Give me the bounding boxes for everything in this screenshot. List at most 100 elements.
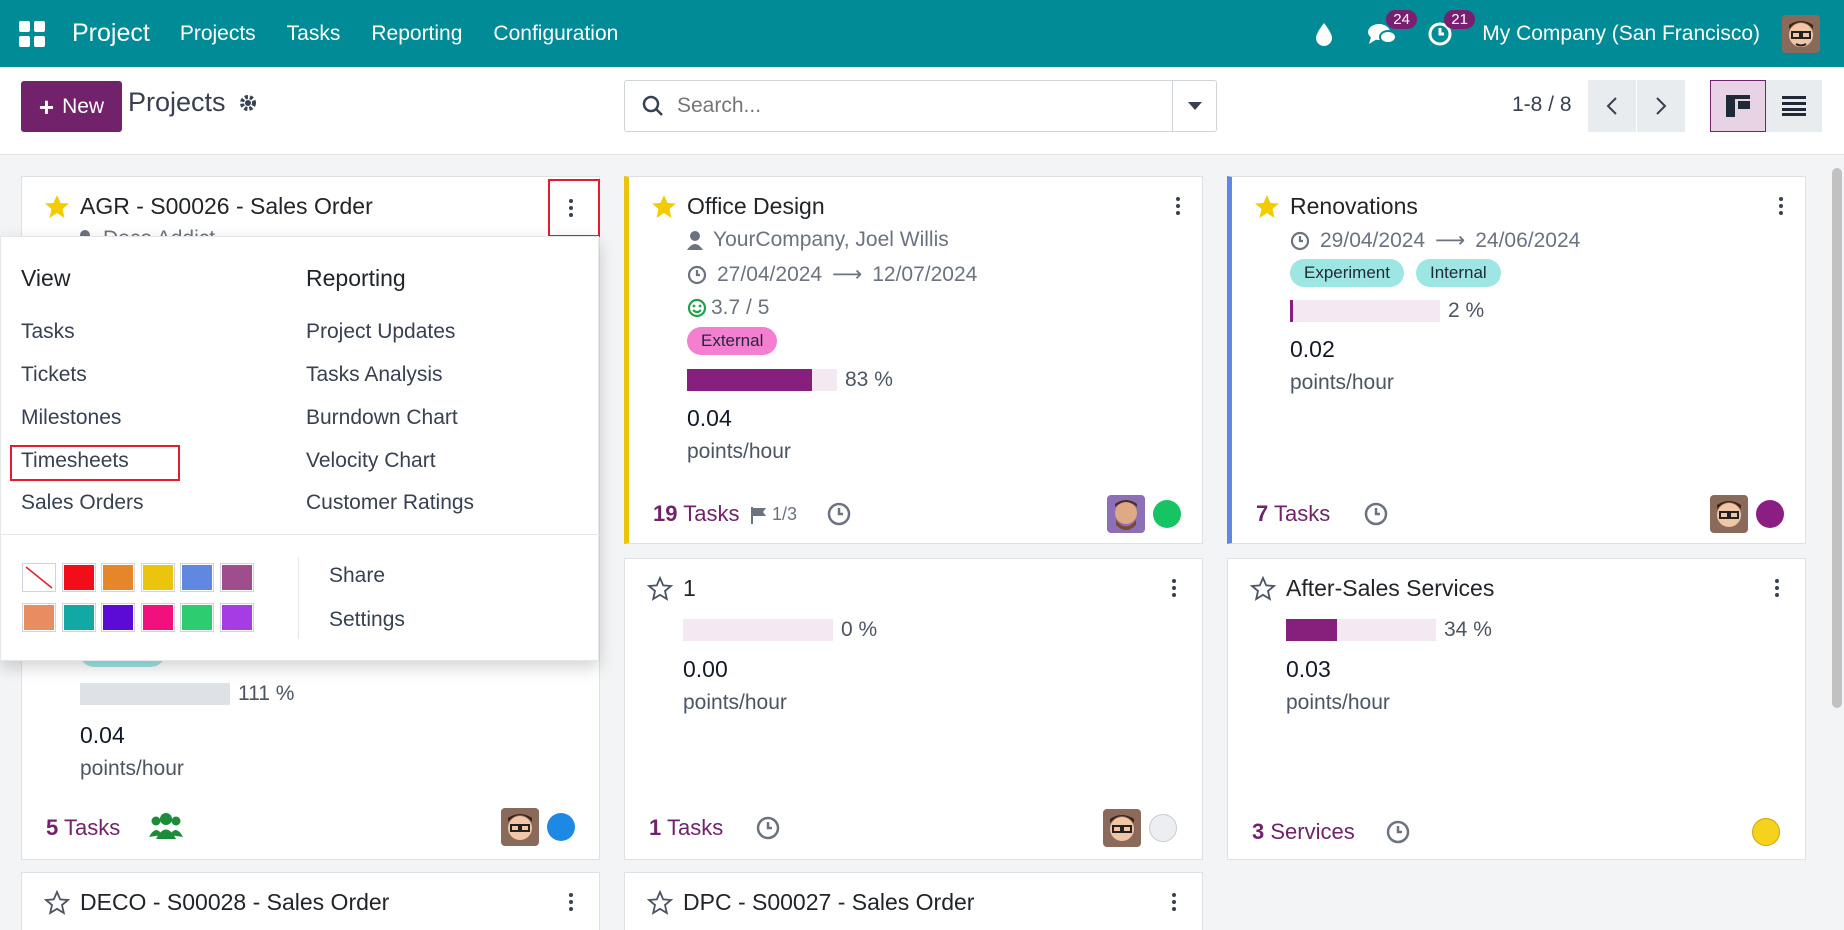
status-dot-yellow[interactable] <box>1752 818 1780 846</box>
menu-tasks[interactable]: Tasks <box>287 22 341 46</box>
tasks-link[interactable]: 19 Tasks <box>653 501 739 527</box>
project-card-1[interactable]: 1 0 % 0.00 points/hour 1 Tasks <box>624 558 1203 860</box>
menu-configuration[interactable]: Configuration <box>493 22 618 46</box>
color-swatch[interactable] <box>62 603 96 632</box>
pager-value[interactable]: 1-8 / 8 <box>1512 93 1572 117</box>
color-swatch[interactable] <box>101 603 135 632</box>
reporting-item-tasks-analysis[interactable]: Tasks Analysis <box>306 363 443 387</box>
star-outline-icon[interactable] <box>647 890 673 915</box>
debug-drop-button[interactable] <box>1304 0 1344 67</box>
star-filled-icon[interactable] <box>1254 194 1280 219</box>
card-menu-button[interactable] <box>1173 197 1183 215</box>
apps-menu-button[interactable] <box>0 0 64 67</box>
activity-clock-icon[interactable] <box>1363 501 1389 527</box>
view-item-tasks[interactable]: Tasks <box>21 320 75 344</box>
milestones-value: 1/3 <box>772 504 798 524</box>
color-swatch[interactable] <box>141 563 175 592</box>
color-swatch[interactable] <box>101 563 135 592</box>
search-options-toggle[interactable] <box>1172 81 1216 131</box>
users-icon[interactable] <box>149 810 183 840</box>
list-view-button[interactable] <box>1766 80 1822 132</box>
rate-value: 0.04 <box>80 722 125 748</box>
star-outline-icon[interactable] <box>44 890 70 915</box>
pager-next-button[interactable] <box>1637 80 1685 132</box>
activities-button[interactable]: 21 <box>1420 0 1475 67</box>
color-swatch[interactable] <box>180 603 214 632</box>
page-scrollbar[interactable] <box>1832 168 1842 708</box>
view-item-tickets[interactable]: Tickets <box>21 363 87 387</box>
services-link[interactable]: 3 Services <box>1252 819 1355 845</box>
smiley-icon <box>687 298 707 318</box>
activity-clock-icon[interactable] <box>1385 819 1411 845</box>
status-dot-purple[interactable] <box>1756 500 1784 528</box>
menu-reporting[interactable]: Reporting <box>371 22 462 46</box>
star-outline-icon[interactable] <box>1250 576 1276 601</box>
star-filled-icon[interactable] <box>44 194 70 219</box>
color-swatch-none[interactable] <box>22 563 56 592</box>
view-item-milestones[interactable]: Milestones <box>21 406 121 430</box>
menu-projects[interactable]: Projects <box>180 22 256 46</box>
services-label: Services <box>1270 819 1355 844</box>
card-menu-button[interactable] <box>1776 197 1786 215</box>
color-swatch[interactable] <box>22 603 56 632</box>
reporting-item-customer-ratings[interactable]: Customer Ratings <box>306 491 474 515</box>
search-input[interactable] <box>677 94 1157 118</box>
card-progress: 83 % <box>687 368 893 392</box>
view-item-sales-orders[interactable]: Sales Orders <box>21 491 144 515</box>
manager-avatar[interactable] <box>1103 809 1141 847</box>
new-button[interactable]: + New <box>21 81 122 132</box>
card-menu-button[interactable] <box>1169 893 1179 911</box>
star-filled-icon[interactable] <box>651 194 677 219</box>
clock-icon <box>1290 231 1310 250</box>
user-avatar[interactable] <box>1782 14 1820 53</box>
card-menu-button[interactable] <box>566 893 576 911</box>
reporting-item-velocity-chart[interactable]: Velocity Chart <box>306 449 436 473</box>
rate-unit: points/hour <box>687 440 791 463</box>
messages-button[interactable]: 24 <box>1362 0 1417 67</box>
list-icon <box>1782 96 1806 116</box>
status-dot-green[interactable] <box>1153 500 1181 528</box>
milestones-indicator[interactable]: 1/3 <box>750 504 797 525</box>
activity-clock-icon[interactable] <box>826 501 852 527</box>
card-rating: 3.7 / 5 <box>687 296 769 320</box>
color-swatch[interactable] <box>62 563 96 592</box>
status-dot-blue[interactable] <box>547 813 575 841</box>
company-switcher[interactable]: My Company (San Francisco) <box>1482 22 1760 46</box>
rate-unit: points/hour <box>683 691 787 714</box>
color-swatch[interactable] <box>141 603 175 632</box>
color-swatch[interactable] <box>220 563 254 592</box>
card-title: Renovations <box>1290 193 1418 219</box>
reporting-item-burndown-chart[interactable]: Burndown Chart <box>306 406 458 430</box>
rate-unit: points/hour <box>80 757 184 780</box>
project-card-after-sales[interactable]: After-Sales Services 34 % 0.03 points/ho… <box>1227 558 1806 860</box>
partner-name: YourCompany, Joel Willis <box>713 228 949 251</box>
card-menu-button[interactable] <box>1169 579 1179 597</box>
share-item[interactable]: Share <box>329 564 385 588</box>
tasks-link[interactable]: 1 Tasks <box>649 815 723 841</box>
manager-avatar[interactable] <box>501 808 539 846</box>
reporting-item-project-updates[interactable]: Project Updates <box>306 320 455 344</box>
project-card-office-design[interactable]: Office Design YourCompany, Joel Willis 2… <box>624 176 1203 544</box>
project-card-renovations[interactable]: Renovations 29/04/2024 ⟶ 24/06/2024 Expe… <box>1227 176 1806 544</box>
progress-label: 111 % <box>238 682 295 705</box>
color-swatch[interactable] <box>180 563 214 592</box>
status-dot-grey[interactable] <box>1149 814 1177 842</box>
pager-previous-button[interactable] <box>1588 80 1636 132</box>
tasks-link[interactable]: 5 Tasks <box>46 815 120 841</box>
activities-badge: 21 <box>1444 10 1475 29</box>
project-card-deco[interactable]: DECO - S00028 - Sales Order <box>21 872 600 930</box>
manager-avatar[interactable] <box>1107 495 1145 533</box>
card-menu-button[interactable] <box>1772 579 1782 597</box>
tasks-link[interactable]: 7 Tasks <box>1256 501 1330 527</box>
color-swatch[interactable] <box>220 603 254 632</box>
kanban-view-button[interactable] <box>1710 80 1766 132</box>
activity-clock-icon[interactable] <box>755 815 781 841</box>
manager-avatar[interactable] <box>1710 495 1748 533</box>
page-title[interactable]: Projects <box>128 87 226 118</box>
project-card-dpc[interactable]: DPC - S00027 - Sales Order <box>624 872 1203 930</box>
star-outline-icon[interactable] <box>647 576 673 601</box>
card-progress: 2 % <box>1290 299 1484 323</box>
gear-icon[interactable] <box>238 93 258 118</box>
settings-item[interactable]: Settings <box>329 608 405 632</box>
app-brand[interactable]: Project <box>72 19 150 48</box>
